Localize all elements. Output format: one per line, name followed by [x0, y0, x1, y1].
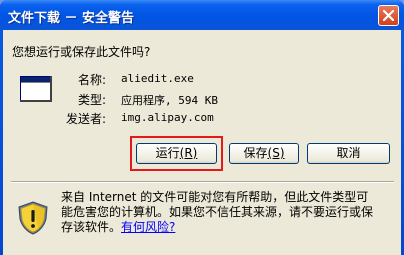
save-button[interactable]: 保存(S): [229, 143, 299, 164]
run-button[interactable]: 运行(R): [136, 143, 217, 164]
warning-line-1: 来自 Internet 的文件可能对您有所帮助，但此文件类型可: [61, 190, 369, 204]
save-button-shortcut: (S): [267, 146, 285, 160]
cancel-button[interactable]: 取消: [307, 143, 390, 164]
file-name-row: 名称: aliedit.exe: [3, 71, 401, 87]
warning-line-2: 能危害您的计算机。如果您不信任其来源，请不要运行或保: [61, 205, 374, 219]
security-shield-icon: [18, 201, 48, 235]
warning-message: 来自 Internet 的文件可能对您有所帮助，但此文件类型可 能危害您的计算机…: [61, 190, 395, 235]
close-icon: [383, 10, 394, 21]
dialog-body: 您想运行或保存此文件吗? 名称: aliedit.exe 类型: 应用程序, 5…: [3, 30, 401, 255]
what-is-the-risk-link[interactable]: 有何风险?: [121, 220, 175, 234]
title-bar[interactable]: 文件下载 － 安全警告: [0, 0, 404, 30]
file-name-label: 名称:: [77, 73, 106, 87]
run-button-shortcut: (R): [179, 146, 198, 160]
file-type-label: 类型:: [77, 93, 106, 107]
question-text: 您想运行或保存此文件吗?: [12, 45, 151, 59]
publisher-label: 发送者:: [65, 112, 106, 126]
publisher-value: img.alipay.com: [121, 111, 214, 124]
run-button-label: 运行: [155, 146, 180, 160]
close-button[interactable]: [378, 5, 399, 26]
publisher-row: 发送者: img.alipay.com: [3, 110, 401, 126]
file-name-value: aliedit.exe: [121, 72, 194, 85]
save-button-label: 保存: [243, 146, 268, 160]
warning-line-3-text: 存该软件。: [61, 220, 122, 234]
download-dialog-window: 文件下载 － 安全警告 您想运行或保存此文件吗? 名称: aliedit.exe…: [0, 0, 404, 255]
window-title: 文件下载 － 安全警告: [8, 11, 135, 26]
file-type-value: 应用程序, 594 KB: [121, 94, 218, 107]
file-type-row: 类型: 应用程序, 594 KB: [3, 91, 401, 107]
warning-line-3: 存该软件。有何风险?: [61, 220, 395, 235]
divider: [11, 181, 394, 183]
